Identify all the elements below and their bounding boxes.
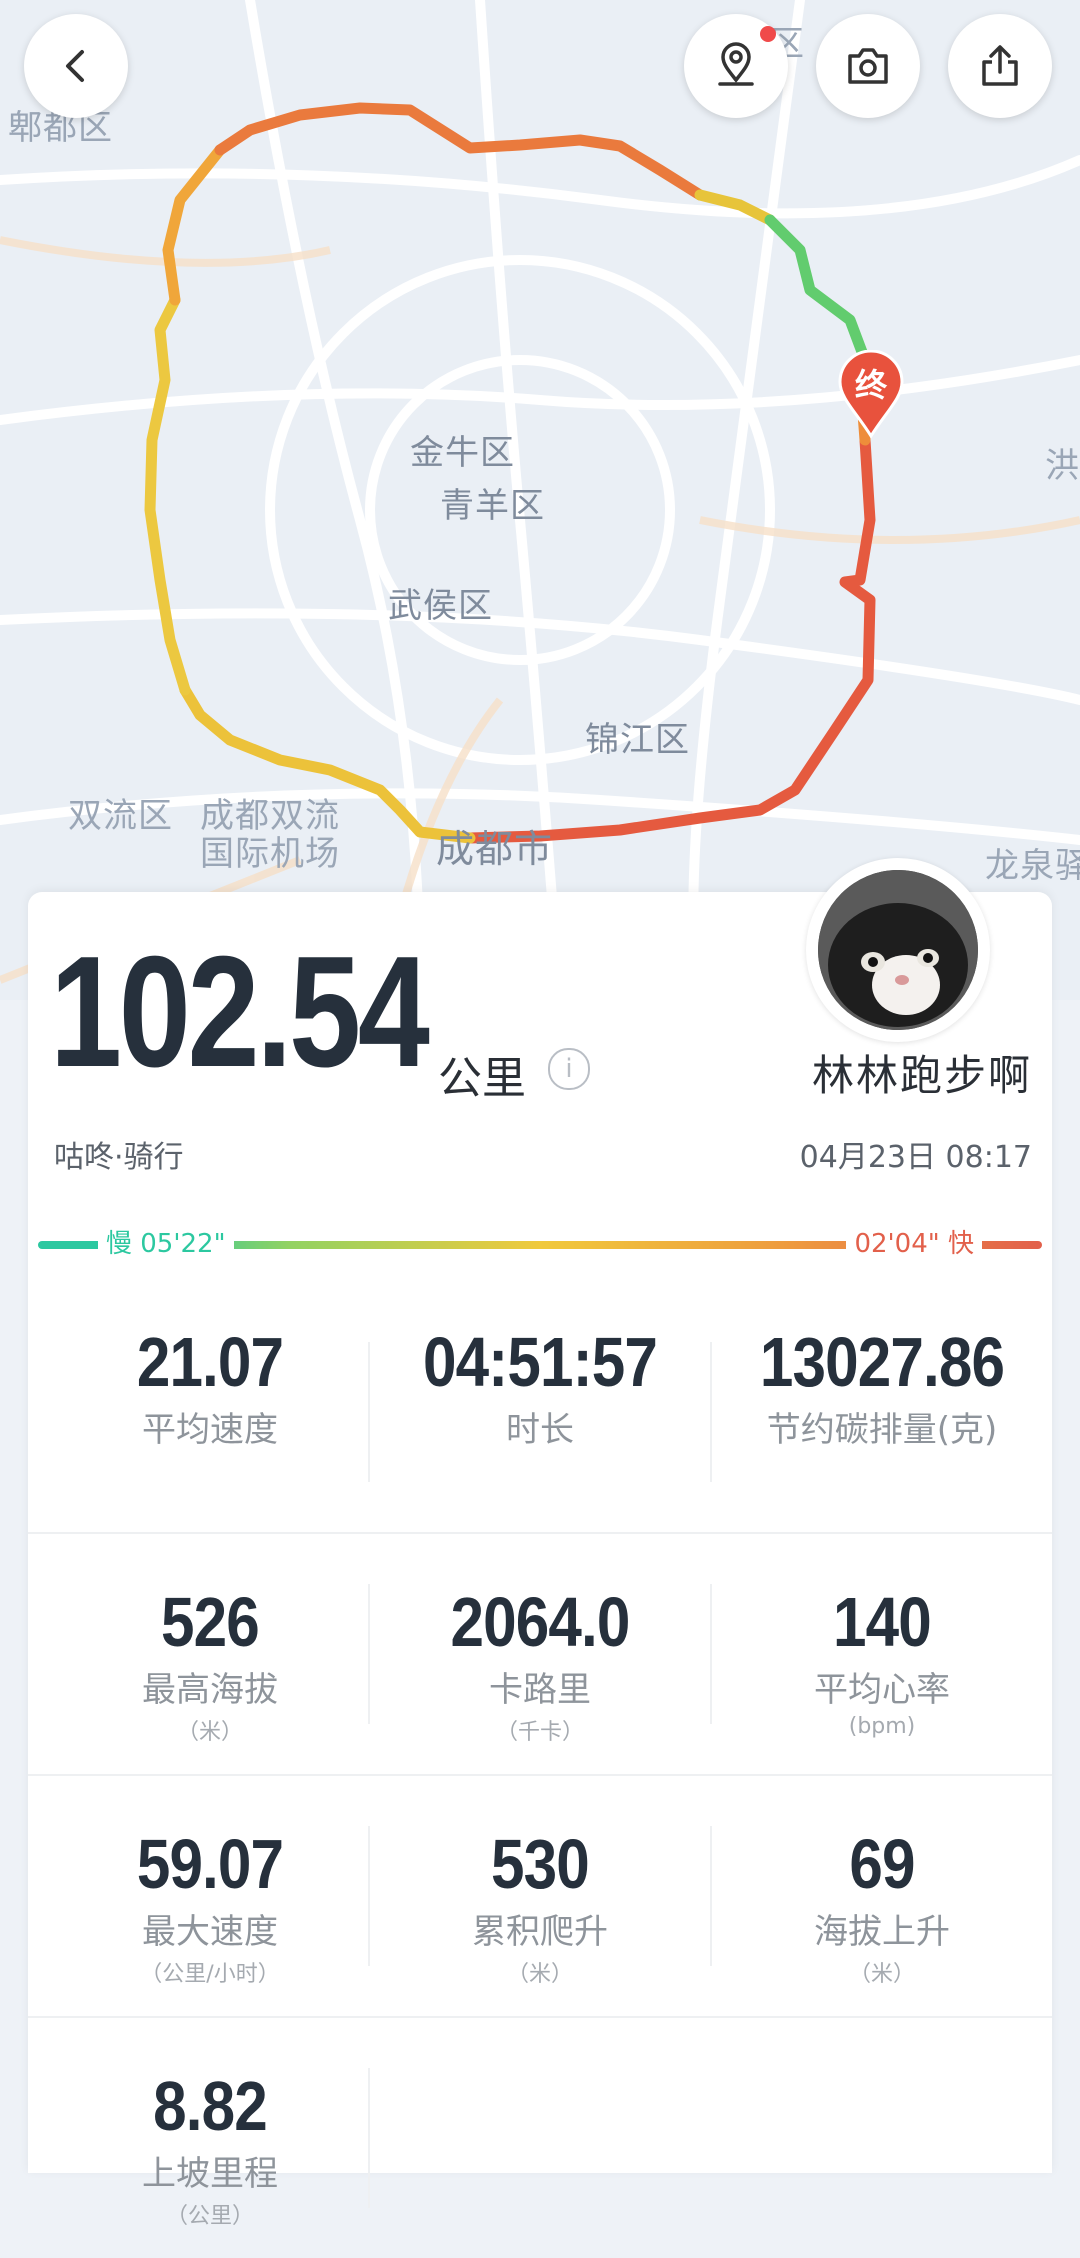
map-label-airport-2: 国际机场 [200,834,340,874]
notification-dot [760,26,776,42]
stat-value: 140 [833,1583,932,1661]
stat-altitude-gain: 69 海拔上升 （米） [712,1776,1052,2016]
stat-value: 530 [491,1825,590,1903]
stats-grid: 21.07 平均速度 04:51:57 时长 13027.86 节约碳排量(克)… [28,1292,1052,2258]
stat-avg-heart-rate: 140 平均心率 (bpm) [712,1534,1052,1774]
avatar-image [818,870,978,1030]
sport-type: 咕咚·骑行 [54,1140,184,1175]
pace-slow-label: 慢 05'22" [98,1222,234,1266]
stat-unit: （千卡） [495,1720,584,1745]
map-label-shuangliu: 双流区 [68,796,173,836]
stat-uphill-distance: 8.82 上坡里程 （公里） [40,2018,380,2258]
stat-max-speed: 59.07 最大速度 （公里/小时） [40,1776,380,2016]
stat-label: 海拔上升 [814,1912,950,1952]
map-label-wuhou: 武侯区 [388,586,493,626]
back-button[interactable] [24,14,128,118]
camera-button[interactable] [816,14,920,118]
stats-row: 526 最高海拔 （米） 2064.0 卡路里 （千卡） 140 平均心率 (b… [28,1534,1052,1776]
location-button[interactable] [684,14,788,118]
divider [368,2068,370,2208]
stat-total-climb: 530 累积爬升 （米） [370,1776,710,2016]
stat-label: 节约碳排量(克) [766,1410,998,1450]
pace-fast-label: 02'04" 快 [846,1222,982,1266]
stat-max-altitude: 526 最高海拔 （米） [40,1534,380,1774]
stat-value: 59.07 [136,1825,284,1903]
stat-unit: （米） [848,1962,915,1987]
distance-unit: 公里 [438,1053,526,1104]
stats-row: 59.07 最大速度 （公里/小时） 530 累积爬升 （米） 69 海拔上升 … [28,1776,1052,2018]
activity-datetime: 04月23日 08:17 [799,1140,1032,1175]
stats-row: 21.07 平均速度 04:51:57 时长 13027.86 节约碳排量(克) [28,1292,1052,1534]
stat-label: 累积爬升 [472,1912,608,1952]
end-marker[interactable]: 终 [836,350,906,440]
map-label-longquan: 龙泉驿 [985,846,1080,886]
stat-label: 上坡里程 [142,2154,278,2194]
stat-avg-speed: 21.07 平均速度 [40,1292,380,1532]
map-label-jinniu: 金牛区 [410,433,515,473]
share-button[interactable] [948,14,1052,118]
stat-unit: （米） [176,1720,243,1745]
camera-icon [848,48,888,84]
map-label-qingyang: 青羊区 [440,486,545,526]
route-map[interactable]: 郫都区 金牛区 青羊区 武侯区 锦江区 双流区 成都双流 国际机场 成都市 龙泉… [0,0,1080,1000]
stat-carbon-saved: 13027.86 节约碳排量(克) [712,1292,1052,1532]
stat-label: 卡路里 [489,1670,591,1710]
stat-value: 13027.86 [759,1323,1005,1401]
location-pin-icon [718,42,754,86]
summary-card: 102.54 公里 i 林林跑步啊 咕咚·骑行 04月23日 08:17 慢 0… [28,858,1052,2229]
stat-calories: 2064.0 卡路里 （千卡） [370,1534,710,1774]
stat-label: 时长 [506,1410,574,1450]
stat-duration: 04:51:57 时长 [370,1292,710,1532]
stat-value: 04:51:57 [422,1323,658,1401]
stat-value: 526 [161,1583,260,1661]
distance-value: 102.54 [50,924,430,1100]
stat-label: 最大速度 [142,1912,278,1952]
stat-unit: （公里） [165,2204,254,2229]
pace-legend: 慢 05'22" 02'04" 快 [38,1222,1042,1266]
map-label-hong: 洪 [1045,446,1080,486]
chevron-left-icon [66,50,84,82]
stats-row: 8.82 上坡里程 （公里） [28,2018,1052,2258]
avatar[interactable] [806,858,990,1042]
stat-unit: （公里/小时） [140,1962,280,1987]
stat-label: 最高海拔 [142,1670,278,1710]
info-icon[interactable]: i [548,1048,590,1090]
stat-value: 69 [849,1825,915,1903]
cat-avatar-icon [818,870,978,1030]
stat-value: 21.07 [136,1323,284,1401]
stat-unit: (bpm) [848,1714,916,1739]
map-label-chengdu: 成都市 [436,827,554,871]
share-icon [982,45,1018,86]
stat-value: 8.82 [153,2067,268,2145]
stat-label: 平均速度 [142,1410,278,1450]
stat-label: 平均心率 [814,1670,950,1710]
stat-unit: （米） [506,1962,573,1987]
map-label-jinjiang: 锦江区 [585,720,690,760]
end-marker-label: 终 [854,366,887,404]
username: 林林跑步啊 [811,1051,1032,1100]
stat-value: 2064.0 [450,1583,631,1661]
